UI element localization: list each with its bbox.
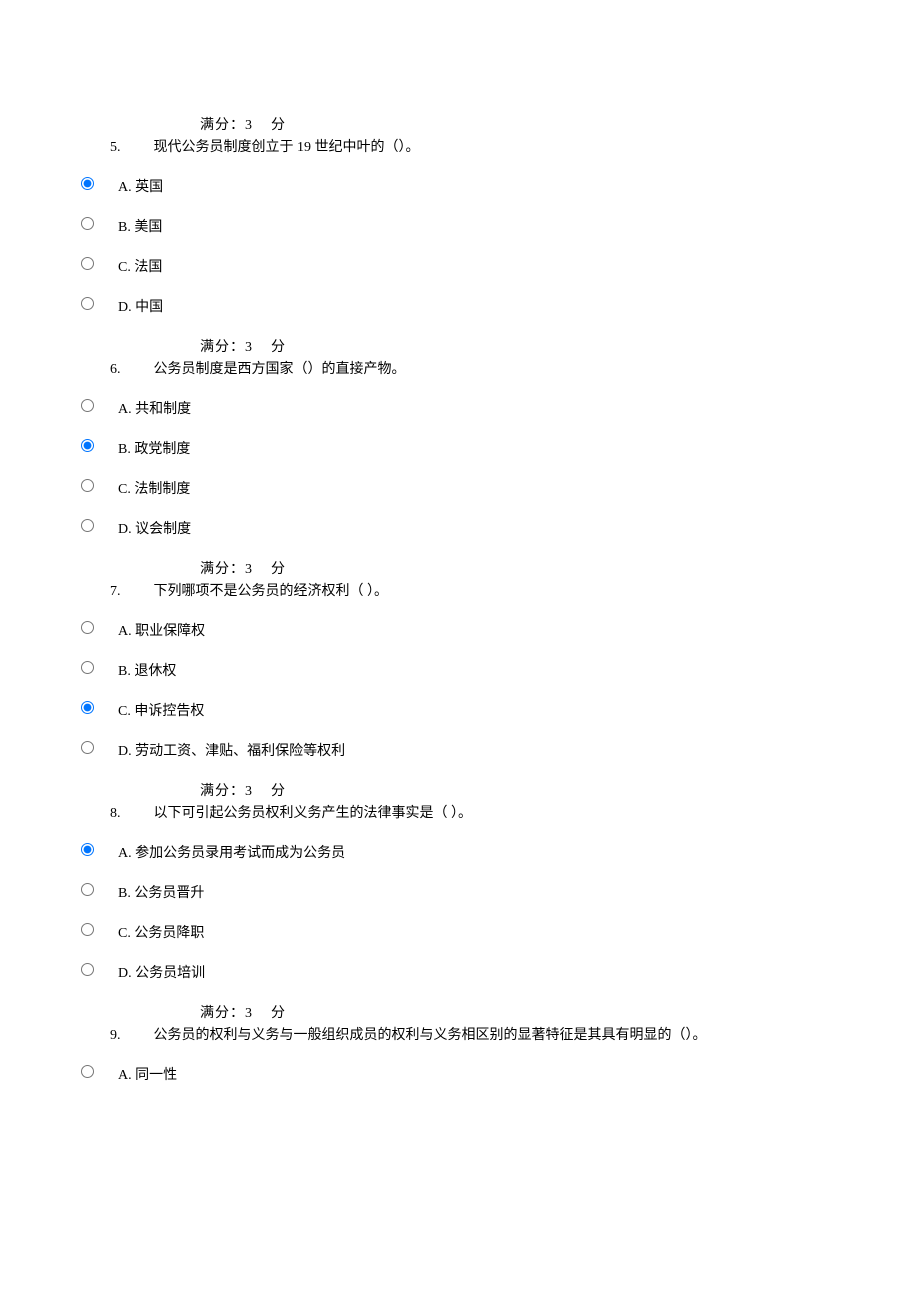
option-row: A. 英国 — [80, 176, 840, 196]
score-prefix: 满分： — [200, 118, 245, 133]
option-radio[interactable] — [81, 257, 94, 270]
question-6: 6. 公务员制度是西方国家（）的直接产物。 — [80, 358, 840, 378]
option-text: A. 共和制度 — [94, 398, 191, 418]
option-text: C. 法国 — [94, 256, 162, 276]
option-row: B. 退休权 — [80, 660, 840, 680]
option-row: A. 共和制度 — [80, 398, 840, 418]
question-text: 下列哪项不是公务员的经济权利（ ）。 — [154, 584, 389, 599]
option-row: D. 公务员培训 — [80, 962, 840, 982]
option-row: B. 政党制度 — [80, 438, 840, 458]
option-text: A. 英国 — [94, 176, 163, 196]
option-radio[interactable] — [81, 883, 94, 896]
option-text: D. 劳动工资、津贴、福利保险等权利 — [94, 740, 345, 760]
option-text: A. 参加公务员录用考试而成为公务员 — [94, 842, 345, 862]
option-radio[interactable] — [81, 399, 94, 412]
score-line: 满分：3 分 — [80, 114, 840, 134]
option-radio[interactable] — [81, 297, 94, 310]
score-value: 3 — [245, 340, 253, 355]
option-text: A. 同一性 — [94, 1064, 177, 1084]
score-prefix: 满分： — [200, 1006, 245, 1021]
score-line: 满分：3 分 — [80, 336, 840, 356]
option-text: A. 职业保障权 — [94, 620, 205, 640]
option-radio[interactable] — [81, 217, 94, 230]
option-radio[interactable] — [81, 923, 94, 936]
option-row: A. 职业保障权 — [80, 620, 840, 640]
option-row: C. 申诉控告权 — [80, 700, 840, 720]
option-text: C. 法制制度 — [94, 478, 190, 498]
option-text: B. 政党制度 — [94, 438, 190, 458]
score-value: 3 — [245, 562, 253, 577]
score-suffix: 分 — [271, 118, 286, 133]
question-number: 6. — [110, 362, 150, 378]
option-row: D. 中国 — [80, 296, 840, 316]
question-5: 5. 现代公务员制度创立于 19 世纪中叶的（）。 — [80, 136, 840, 156]
option-text: D. 议会制度 — [94, 518, 191, 538]
option-text: C. 申诉控告权 — [94, 700, 204, 720]
score-line: 满分：3 分 — [80, 1002, 840, 1022]
option-row: D. 劳动工资、津贴、福利保险等权利 — [80, 740, 840, 760]
score-value: 3 — [245, 118, 253, 133]
option-radio[interactable] — [81, 843, 94, 856]
option-radio[interactable] — [81, 661, 94, 674]
option-radio[interactable] — [81, 963, 94, 976]
option-row: A. 同一性 — [80, 1064, 840, 1084]
score-value: 3 — [245, 1006, 253, 1021]
option-text: B. 公务员晋升 — [94, 882, 204, 902]
question-text: 现代公务员制度创立于 19 世纪中叶的（）。 — [154, 140, 420, 155]
question-number: 8. — [110, 806, 150, 822]
option-radio[interactable] — [81, 701, 94, 714]
option-row: C. 公务员降职 — [80, 922, 840, 942]
option-text: D. 公务员培训 — [94, 962, 205, 982]
question-number: 7. — [110, 584, 150, 600]
option-radio[interactable] — [81, 621, 94, 634]
question-text: 公务员的权利与义务与一般组织成员的权利与义务相区别的显著特征是其具有明显的（）。 — [154, 1028, 707, 1043]
question-8: 8. 以下可引起公务员权利义务产生的法律事实是（ ）。 — [80, 802, 840, 822]
score-suffix: 分 — [271, 784, 286, 799]
score-prefix: 满分： — [200, 784, 245, 799]
option-row: D. 议会制度 — [80, 518, 840, 538]
score-suffix: 分 — [271, 340, 286, 355]
score-value: 3 — [245, 784, 253, 799]
option-radio[interactable] — [81, 741, 94, 754]
score-prefix: 满分： — [200, 562, 245, 577]
option-row: C. 法制制度 — [80, 478, 840, 498]
option-row: B. 公务员晋升 — [80, 882, 840, 902]
score-suffix: 分 — [271, 562, 286, 577]
score-prefix: 满分： — [200, 340, 245, 355]
question-number: 5. — [110, 140, 150, 156]
option-text: B. 退休权 — [94, 660, 176, 680]
option-radio[interactable] — [81, 1065, 94, 1078]
option-radio[interactable] — [81, 177, 94, 190]
score-line: 满分：3 分 — [80, 558, 840, 578]
question-9: 9. 公务员的权利与义务与一般组织成员的权利与义务相区别的显著特征是其具有明显的… — [80, 1024, 840, 1044]
question-text: 以下可引起公务员权利义务产生的法律事实是（ ）。 — [154, 806, 473, 821]
option-row: C. 法国 — [80, 256, 840, 276]
option-text: D. 中国 — [94, 296, 163, 316]
question-number: 9. — [110, 1028, 150, 1044]
question-7: 7. 下列哪项不是公务员的经济权利（ ）。 — [80, 580, 840, 600]
question-text: 公务员制度是西方国家（）的直接产物。 — [154, 362, 406, 377]
page-content: 满分：3分 5. 现代公务员制度创立于 19 世纪中叶的（）。 A. 英国 B.… — [0, 0, 920, 1164]
option-text: C. 公务员降职 — [94, 922, 204, 942]
option-row: A. 参加公务员录用考试而成为公务员 — [80, 842, 840, 862]
option-radio[interactable] — [81, 439, 94, 452]
option-row: B. 美国 — [80, 216, 840, 236]
option-radio[interactable] — [81, 519, 94, 532]
option-radio[interactable] — [81, 479, 94, 492]
option-text: B. 美国 — [94, 216, 162, 236]
score-line: 满分：3 分 — [80, 780, 840, 800]
score-suffix: 分 — [271, 1006, 286, 1021]
